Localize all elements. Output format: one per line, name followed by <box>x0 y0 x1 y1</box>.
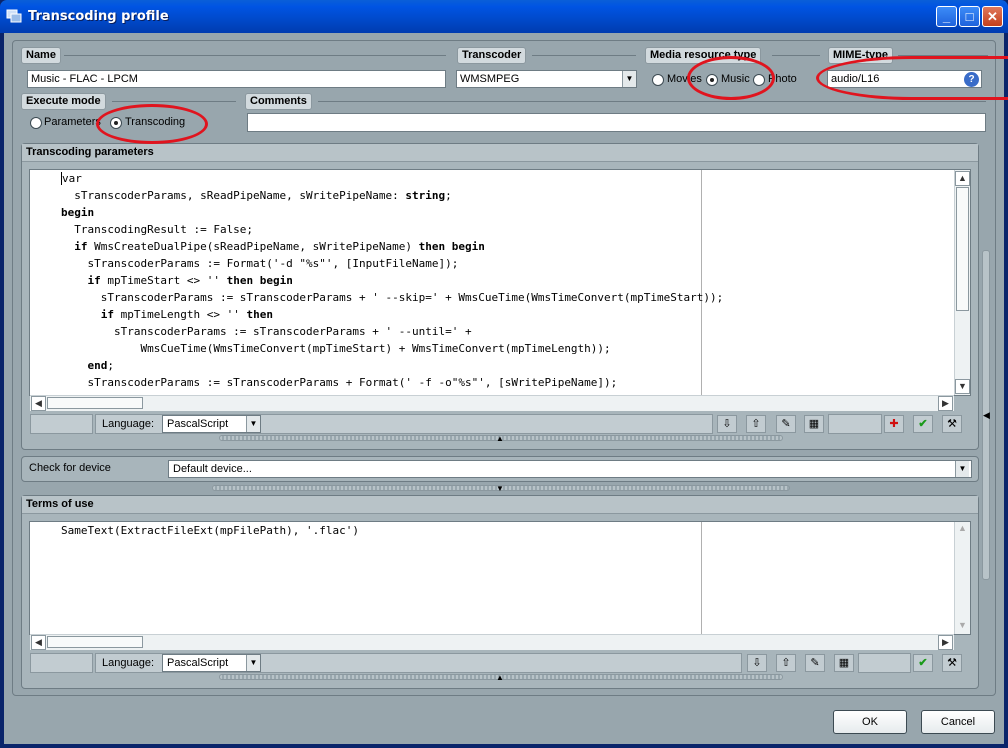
import-icon[interactable]: ⇩ <box>747 654 767 672</box>
language-value: PascalScript <box>167 418 229 430</box>
scroll-down-icon[interactable]: ▼ <box>955 379 970 394</box>
lifebuoy-icon[interactable]: ✚ <box>884 415 904 433</box>
scroll-right-icon[interactable]: ▶ <box>938 396 953 411</box>
scroll-left-icon[interactable]: ◀ <box>31 396 46 411</box>
chevron-down-icon[interactable]: ▼ <box>496 484 504 493</box>
toolbar-cell <box>828 414 882 434</box>
maximize-icon[interactable]: □ <box>959 6 980 27</box>
editor-margin-line <box>701 522 702 634</box>
transcoding-code[interactable]: var sTranscoderParams, sReadPipeName, sW… <box>61 170 953 395</box>
radio-movies[interactable] <box>652 74 664 86</box>
export-icon[interactable]: ⇧ <box>746 415 766 433</box>
annotation-ellipse <box>96 104 208 144</box>
divider <box>112 101 236 102</box>
calculator-icon[interactable]: ▦ <box>804 415 824 433</box>
chevron-up-icon[interactable]: ▲ <box>496 434 504 443</box>
hscroll-thumb[interactable] <box>47 397 143 409</box>
import-icon[interactable]: ⇩ <box>717 415 737 433</box>
check-icon[interactable]: ✔ <box>913 654 933 672</box>
app-icon <box>6 8 22 24</box>
divider <box>772 55 820 56</box>
editor-gutter <box>30 170 58 395</box>
vertical-scrollbar[interactable] <box>954 522 970 634</box>
scroll-up-icon[interactable]: ▲ <box>958 523 967 533</box>
toolbar-cell <box>858 653 911 673</box>
language-label: Language: <box>102 418 154 430</box>
divider <box>64 55 446 56</box>
comments-label: Comments <box>245 93 312 110</box>
annotation-ellipse <box>816 56 1008 100</box>
scroll-left-icon[interactable]: ◀ <box>31 635 46 650</box>
annotation-ellipse <box>687 56 775 100</box>
transcoding-title: Transcoding parameters <box>22 144 978 162</box>
divider <box>532 55 636 56</box>
edit-icon[interactable]: ✎ <box>776 415 796 433</box>
minimize-icon[interactable]: _ <box>936 6 957 27</box>
name-label: Name <box>21 47 61 64</box>
comments-input[interactable] <box>247 113 986 132</box>
scroll-up-icon[interactable]: ▲ <box>955 171 970 186</box>
chevron-down-icon[interactable]: ▼ <box>246 655 260 671</box>
chevron-down-icon[interactable]: ▼ <box>246 416 260 432</box>
ok-button[interactable]: OK <box>833 710 907 734</box>
horizontal-scrollbar[interactable] <box>30 395 954 411</box>
terms-title: Terms of use <box>22 496 978 514</box>
export-icon[interactable]: ⇧ <box>776 654 796 672</box>
radio-parameters[interactable] <box>30 117 42 129</box>
chevron-down-icon[interactable]: ▼ <box>955 461 969 477</box>
language-value: PascalScript <box>167 657 229 669</box>
divider <box>318 101 986 102</box>
chevron-left-icon[interactable]: ◀ <box>983 410 990 421</box>
hscroll-thumb[interactable] <box>47 636 143 648</box>
check-device-label: Check for device <box>29 462 111 474</box>
calculator-icon[interactable]: ▦ <box>834 654 854 672</box>
tools-icon[interactable]: ⚒ <box>942 654 962 672</box>
terms-code[interactable]: SameText(ExtractFileExt(mpFilePath), '.f… <box>61 522 359 539</box>
device-select[interactable]: Default device... <box>168 460 972 478</box>
toolbar-cell <box>30 653 93 673</box>
device-value: Default device... <box>173 463 252 475</box>
chevron-up-icon[interactable]: ▲ <box>496 673 504 682</box>
cancel-button[interactable]: Cancel <box>921 710 995 734</box>
edit-icon[interactable]: ✎ <box>805 654 825 672</box>
tools-icon[interactable]: ⚒ <box>942 415 962 433</box>
close-icon[interactable]: ✕ <box>982 6 1003 27</box>
scroll-right-icon[interactable]: ▶ <box>938 635 953 650</box>
check-icon[interactable]: ✔ <box>913 415 933 433</box>
chevron-down-icon[interactable]: ▼ <box>622 71 636 87</box>
transcoder-select[interactable]: WMSMPEG <box>456 70 637 88</box>
scroll-down-icon[interactable]: ▼ <box>958 620 967 630</box>
transcoder-value: WMSMPEG <box>460 73 520 85</box>
window-title: Transcoding profile <box>28 9 169 24</box>
language-label: Language: <box>102 657 154 669</box>
scroll-thumb[interactable] <box>956 187 969 311</box>
transcoder-label: Transcoder <box>457 47 527 64</box>
name-input[interactable]: Music - FLAC - LPCM <box>27 70 446 88</box>
horizontal-scrollbar[interactable] <box>30 634 954 650</box>
execute-mode-label: Execute mode <box>21 93 106 110</box>
toolbar-cell <box>30 414 93 434</box>
radio-parameters-label: Parameters <box>44 116 101 128</box>
